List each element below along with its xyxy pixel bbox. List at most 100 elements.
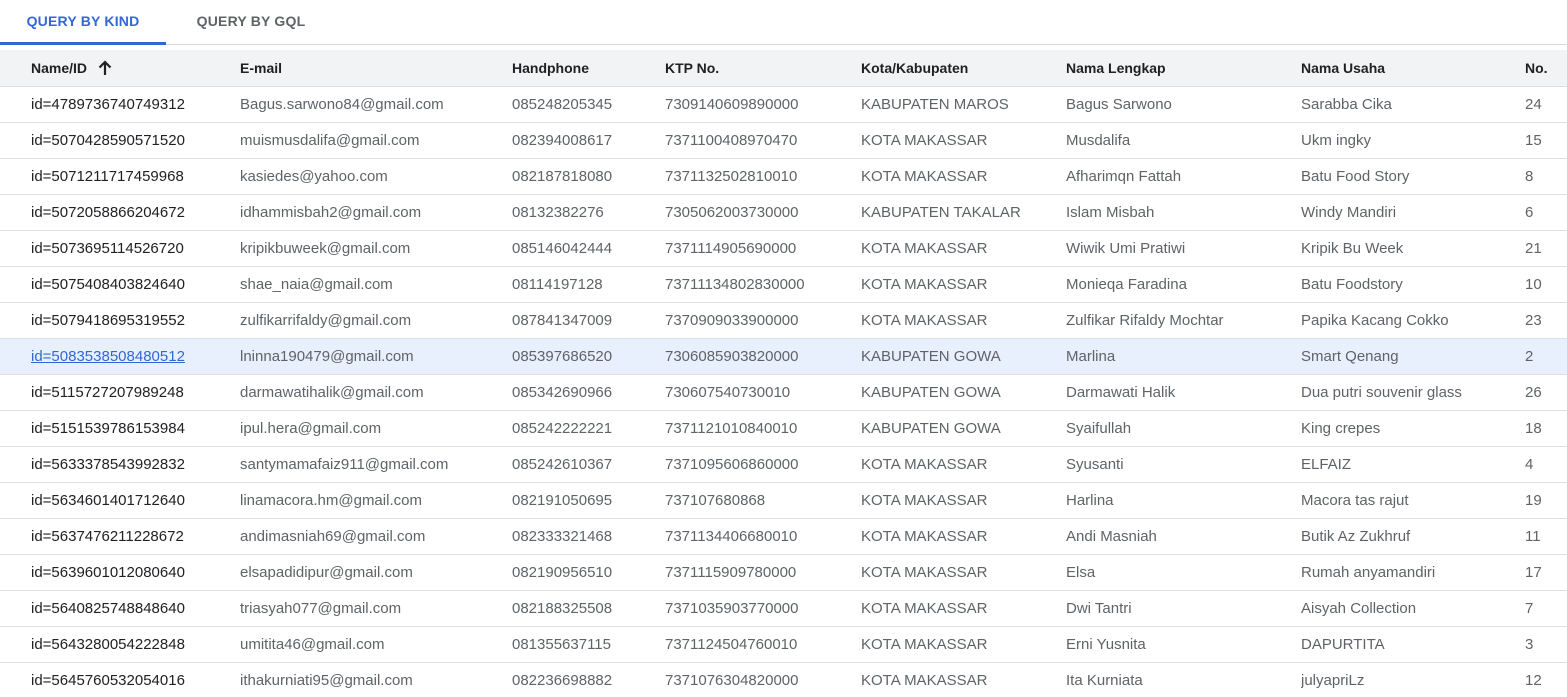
table-row[interactable]: id=5083538508480512 lninna190479@gmail.co… [0,339,1567,375]
cell-ktp-no: 7371115909780000 [665,564,797,581]
column-header-label: Handphone [512,60,589,76]
cell-no: 8 [1525,168,1534,185]
cell-no: 18 [1525,420,1542,437]
cell-no: 21 [1525,240,1542,257]
table-row[interactable]: id=5151539786153984 ipul.hera@gmail.com 08… [0,411,1567,447]
cell-email: Bagus.sarwono84@gmail.com [240,96,444,113]
cell-handphone: 08114197128 [512,276,603,293]
cell-email: idhammisbah2@gmail.com [240,204,422,221]
cell-nama-usaha: Batu Food Story [1301,168,1410,185]
table-row[interactable]: id=5073695114526720 kripikbuweek@gmail.co… [0,231,1567,267]
cell-nama-usaha: Macora tas rajut [1301,492,1409,509]
cell-kota-kabupaten: KOTA MAKASSAR [861,168,988,185]
tab-query-by-gql[interactable]: QUERY BY GQL [166,0,336,45]
column-header-name-id[interactable]: Name/ID [31,50,231,86]
cell-name-id[interactable]: id=4789736740749312 [31,87,231,123]
cell-kota-kabupaten: KOTA MAKASSAR [861,564,988,581]
table-row[interactable]: id=5633378543992832 santymamafaiz911@gmai… [0,447,1567,483]
cell-kota-kabupaten: KABUPATEN GOWA [861,348,1001,365]
cell-handphone: 085242222221 [512,420,613,437]
cell-kota-kabupaten: KOTA MAKASSAR [861,132,988,149]
table-row[interactable]: id=5079418695319552 zulfikarrifaldy@gmail… [0,303,1567,339]
tab-query-by-kind[interactable]: QUERY BY KIND [0,0,166,45]
cell-name-id[interactable]: id=5070428590571520 [31,123,231,159]
column-header-label: Name/ID [31,60,88,76]
cell-nama-usaha: Batu Foodstory [1301,276,1403,293]
cell-nama-usaha: ELFAIZ [1301,456,1352,473]
cell-name-id[interactable]: id=5643280054222848 [31,627,231,663]
cell-name-id[interactable]: id=5083538508480512 [31,339,231,375]
cell-name-id[interactable]: id=5634601401712640 [31,483,231,519]
table-row[interactable]: id=5070428590571520 muismusdalifa@gmail.c… [0,123,1567,159]
cell-handphone: 085242610367 [512,456,613,473]
cell-no: 15 [1525,132,1542,149]
column-header-no[interactable]: No. [1525,50,1565,86]
cell-nama-lengkap: Harlina [1066,492,1114,509]
cell-no: 3 [1525,636,1534,653]
cell-name-id[interactable]: id=5151539786153984 [31,411,231,447]
cell-no: 17 [1525,564,1542,581]
column-header-label: E-mail [240,60,283,76]
table-row[interactable]: id=5071211717459968 kasiedes@yahoo.com 082… [0,159,1567,195]
table-row[interactable]: id=5640825748848640 triasyah077@gmail.com… [0,591,1567,627]
column-header-ktp-no[interactable]: KTP No. [665,50,855,86]
cell-handphone: 082236698882 [512,672,613,689]
column-header-label: Nama Lengkap [1066,60,1166,76]
cell-name-id[interactable]: id=5073695114526720 [31,231,231,267]
table-row[interactable]: id=5075408403824640 shae_naia@gmail.com 08… [0,267,1567,303]
cell-handphone: 081355637115 [512,636,611,653]
cell-name-id[interactable]: id=5071211717459968 [31,159,231,195]
table-row[interactable]: id=5645760532054016 ithakurniati95@gmail.… [0,663,1567,697]
cell-name-id[interactable]: id=5645760532054016 [31,663,231,697]
column-header-email[interactable]: E-mail [240,50,505,86]
cell-ktp-no: 730607540730010 [665,384,791,401]
column-header-nama-usaha[interactable]: Nama Usaha [1301,50,1521,86]
column-header-nama-lengkap[interactable]: Nama Lengkap [1066,50,1296,86]
cell-name-id[interactable]: id=5639601012080640 [31,555,231,591]
cell-handphone: 085342690966 [512,384,613,401]
cell-nama-usaha: King crepes [1301,420,1381,437]
cell-email: umitita46@gmail.com [240,636,385,653]
cell-ktp-no: 7371114905690000 [665,240,797,257]
table-row[interactable]: id=5072058866204672 idhammisbah2@gmail.co… [0,195,1567,231]
cell-name-id[interactable]: id=5075408403824640 [31,267,231,303]
cell-name-id[interactable]: id=5072058866204672 [31,195,231,231]
cell-ktp-no: 7370909033900000 [665,312,799,329]
cell-name-id[interactable]: id=5637476211228672 [31,519,231,555]
column-header-kota-kabupaten[interactable]: Kota/Kabupaten [861,50,1061,86]
table-row[interactable]: id=5643280054222848 umitita46@gmail.com 08… [0,627,1567,663]
cell-handphone: 085248205345 [512,96,613,113]
entities-table: Name/ID E-mail Handphone KTP No. Kota/Kabupa… [0,50,1567,697]
cell-nama-usaha: Aisyah Collection [1301,600,1417,617]
cell-ktp-no: 7371035903770000 [665,600,799,617]
table-row[interactable]: id=4789736740749312 Bagus.sarwono84@gmail… [0,87,1567,123]
cell-name-id[interactable]: id=5079418695319552 [31,303,231,339]
table-row[interactable]: id=5639601012080640 elsapadidipur@gmail.c… [0,555,1567,591]
cell-nama-lengkap: Marlina [1066,348,1116,365]
cell-name-id[interactable]: id=5633378543992832 [31,447,231,483]
cell-kota-kabupaten: KABUPATEN MAROS [861,96,1009,113]
cell-nama-usaha: Windy Mandiri [1301,204,1397,221]
cell-nama-lengkap: Andi Masniah [1066,528,1157,545]
table-row[interactable]: id=5634601401712640 linamacora.hm@gmail.c… [0,483,1567,519]
cell-no: 11 [1525,528,1541,545]
cell-email: linamacora.hm@gmail.com [240,492,422,509]
cell-nama-lengkap: Wiwik Umi Pratiwi [1066,240,1186,257]
table-row[interactable]: id=5637476211228672 andimasniah69@gmail.c… [0,519,1567,555]
cell-no: 19 [1525,492,1542,509]
cell-email: triasyah077@gmail.com [240,600,402,617]
arrow-up-icon[interactable] [97,60,113,76]
cell-email: andimasniah69@gmail.com [240,528,426,545]
cell-email: santymamafaiz911@gmail.com [240,456,449,473]
cell-email: shae_naia@gmail.com [240,276,393,293]
column-header-label: Nama Usaha [1301,60,1386,76]
cell-ktp-no: 7305062003730000 [665,204,799,221]
cell-email: elsapadidipur@gmail.com [240,564,413,581]
cell-nama-lengkap: Bagus Sarwono [1066,96,1172,113]
column-header-handphone[interactable]: Handphone [512,50,662,86]
cell-nama-usaha: Rumah anyamandiri [1301,564,1436,581]
cell-name-id[interactable]: id=5640825748848640 [31,591,231,627]
cell-nama-usaha: Ukm ingky [1301,132,1372,149]
cell-name-id[interactable]: id=5115727207989248 [31,375,231,411]
table-row[interactable]: id=5115727207989248 darmawatihalik@gmail.… [0,375,1567,411]
